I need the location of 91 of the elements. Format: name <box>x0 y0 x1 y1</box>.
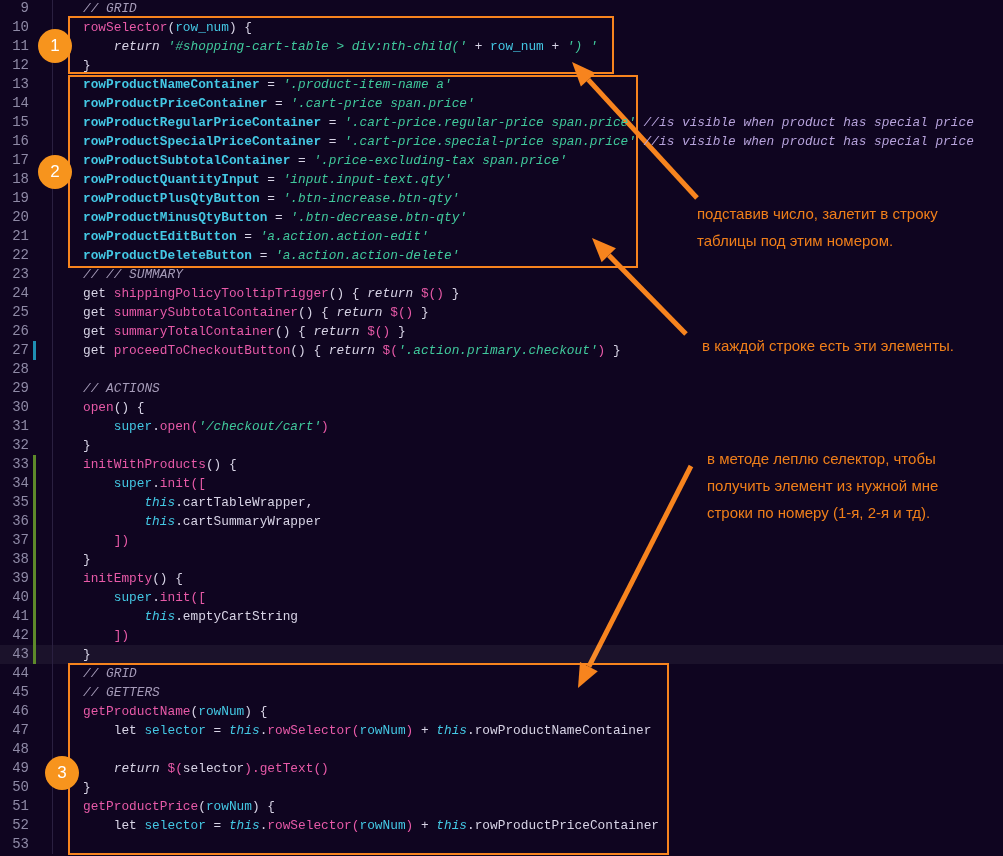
line-number: 23 <box>11 265 29 284</box>
line-number: 47 <box>11 721 29 740</box>
line-number: 26 <box>11 322 29 341</box>
line-number: 25 <box>11 303 29 322</box>
code-line: // GRID <box>83 665 137 683</box>
code-line: super.init([ <box>112 475 206 493</box>
line-number: 32 <box>11 436 29 455</box>
code-line: } <box>83 57 91 75</box>
line-number: 15 <box>11 113 29 132</box>
line-number: 31 <box>11 417 29 436</box>
code-line: rowProductEditButton = 'a.action.action-edit' <box>83 228 429 246</box>
line-number: 43 <box>11 645 29 664</box>
line-number: 19 <box>11 189 29 208</box>
code-line: rowProductPriceContainer = '.cart-price span.price' <box>83 95 475 113</box>
line-number: 42 <box>11 626 29 645</box>
line-number: 21 <box>11 227 29 246</box>
line-number: 9 <box>19 0 29 18</box>
code-line: this.cartSummaryWrapper <box>143 513 322 531</box>
line-number: 14 <box>11 94 29 113</box>
code-line: } <box>83 646 91 664</box>
code-line: super.init([ <box>112 589 206 607</box>
line-number: 40 <box>11 588 29 607</box>
line-number: 46 <box>11 702 29 721</box>
number-marker: 1 <box>38 29 72 63</box>
code-line: get proceedToCheckoutButton() { return $('.action.primary.checkout') } <box>83 342 621 360</box>
code-line: return $(selector).getText() <box>112 760 329 778</box>
code-line: open() { <box>83 399 145 417</box>
code-line: // ACTIONS <box>83 380 160 398</box>
number-marker: 3 <box>45 756 79 790</box>
line-number: 16 <box>11 132 29 151</box>
code-line: get summarySubtotalContainer() { return $() } <box>83 304 429 322</box>
code-line: super.open('/checkout/cart') <box>112 418 329 436</box>
code-line: ]) <box>112 532 130 550</box>
line-number: 27 <box>11 341 29 360</box>
line-number: 34 <box>11 474 29 493</box>
code-line: rowProductMinusQtyButton = '.btn-decrease.btn-qty' <box>83 209 467 227</box>
line-number: 37 <box>11 531 29 550</box>
line-number: 24 <box>11 284 29 303</box>
line-number: 30 <box>11 398 29 417</box>
line-number: 10 <box>11 18 29 37</box>
line-number: 29 <box>11 379 29 398</box>
code-line: initWithProducts() { <box>83 456 237 474</box>
code-line: this.emptyCartString <box>143 608 299 626</box>
line-number: 35 <box>11 493 29 512</box>
line-number: 49 <box>11 759 29 778</box>
line-number: 48 <box>11 740 29 759</box>
line-number: 11 <box>11 37 29 56</box>
code-line: } <box>83 551 91 569</box>
line-number: 17 <box>11 151 29 170</box>
code-line: // GETTERS <box>83 684 160 702</box>
code-line: } <box>83 437 91 455</box>
code-line: return '#shopping-cart-table > div:nth-child(' + row_num + ') ' <box>112 38 598 56</box>
line-number: 18 <box>11 170 29 189</box>
code-line: rowProductSubtotalContainer = '.price-excluding-tax span.price' <box>83 152 567 170</box>
number-marker: 2 <box>38 155 72 189</box>
line-number: 41 <box>11 607 29 626</box>
code-line: rowProductQuantityInput = 'input.input-text.qty' <box>83 171 452 189</box>
line-number: 50 <box>11 778 29 797</box>
code-line: this.cartTableWrapper, <box>143 494 314 512</box>
line-number: 13 <box>11 75 29 94</box>
line-number: 36 <box>11 512 29 531</box>
code-line: getProductName(rowNum) { <box>83 703 268 721</box>
line-number: 53 <box>11 835 29 854</box>
code-line: get summaryTotalContainer() { return $() } <box>83 323 406 341</box>
line-number: 44 <box>11 664 29 683</box>
line-number: 22 <box>11 246 29 265</box>
code-line: ]) <box>112 627 130 645</box>
line-number: 38 <box>11 550 29 569</box>
code-line: rowProductPlusQtyButton = '.btn-increase.btn-qty' <box>83 190 460 208</box>
line-number: 12 <box>11 56 29 75</box>
line-number: 20 <box>11 208 29 227</box>
line-number: 39 <box>11 569 29 588</box>
code-line: } <box>83 779 91 797</box>
code-line: getProductPrice(rowNum) { <box>83 798 275 816</box>
code-line: // GRID <box>83 0 137 18</box>
code-line: rowSelector(row_num) { <box>83 19 252 37</box>
annotation-note: в методе леплю селектор, чтобы получить элемент из нужной мне строки по номеру (1-я, 2-я и тд). <box>707 449 940 523</box>
line-number: 33 <box>11 455 29 474</box>
line-number: 51 <box>11 797 29 816</box>
annotation-note: в каждой строке есть эти элементы. <box>702 336 955 356</box>
code-line: let selector = this.rowSelector(rowNum) + this.rowProductNameContainer <box>112 722 652 740</box>
line-number: 52 <box>11 816 29 835</box>
line-number: 45 <box>11 683 29 702</box>
line-number: 28 <box>11 360 29 379</box>
code-line: initEmpty() { <box>83 570 183 588</box>
code-line: get shippingPolicyTooltipTrigger() { return $() } <box>83 285 460 303</box>
code-line: let selector = this.rowSelector(rowNum) + this.rowProductPriceContainer <box>112 817 659 835</box>
code-line: rowProductDeleteButton = 'a.action.action-delete' <box>83 247 460 265</box>
code-line: rowProductNameContainer = '.product-item-name a' <box>83 76 452 94</box>
annotation-note: подставив число, залетит в строку таблицы под этим номером. <box>697 204 939 251</box>
code-line: // // SUMMARY <box>83 266 183 284</box>
